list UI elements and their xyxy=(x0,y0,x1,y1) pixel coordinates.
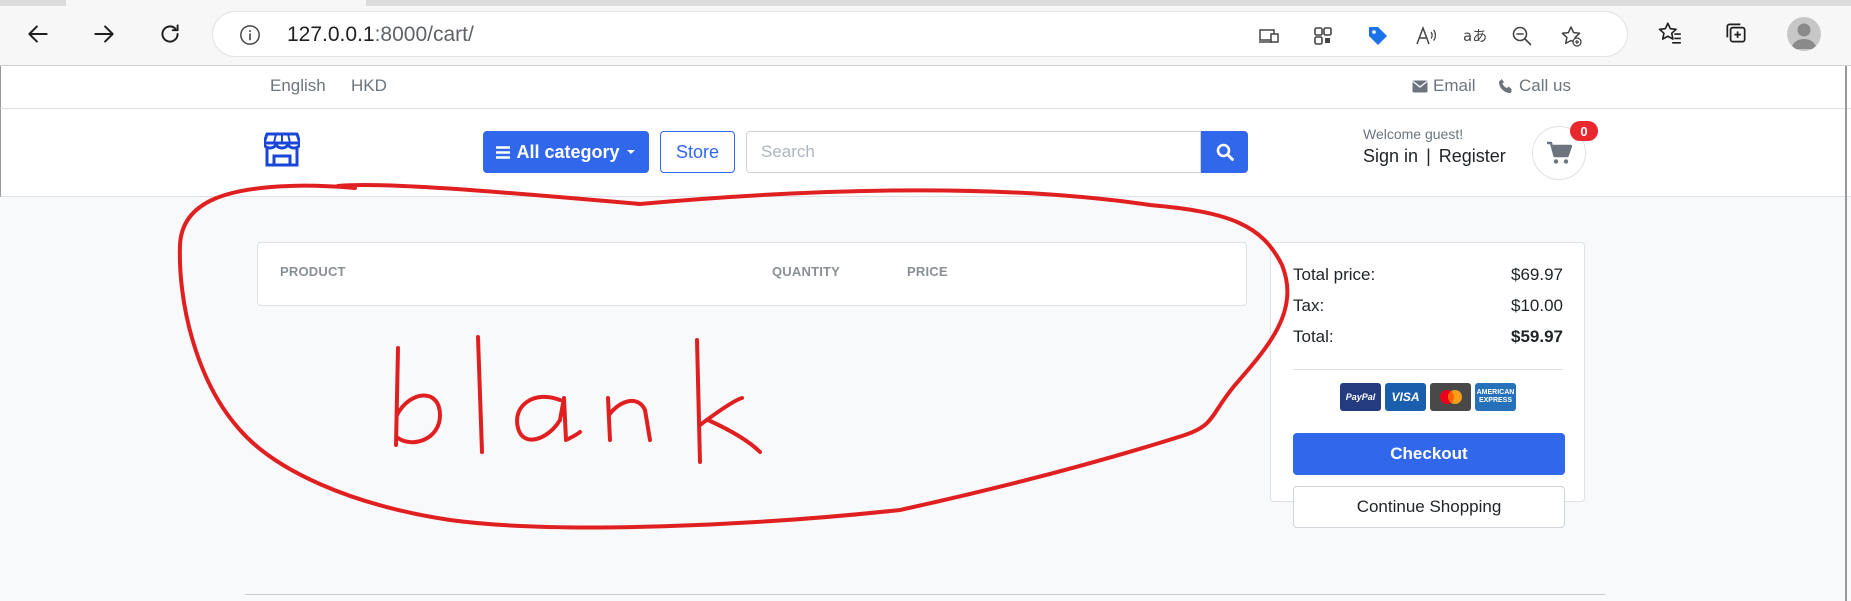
cart-count-badge: 0 xyxy=(1570,121,1598,141)
paypal-icon: PayPal xyxy=(1340,383,1381,411)
store-logo-icon[interactable] xyxy=(264,131,300,167)
browser-toolbar: 127.0.0.1:8000/cart/ aあ xyxy=(0,0,1851,66)
store-button[interactable]: Store xyxy=(660,131,735,173)
all-category-button[interactable]: All category xyxy=(483,131,649,173)
page-right-border xyxy=(1845,66,1847,601)
caret-down-icon xyxy=(626,150,635,154)
search-button[interactable] xyxy=(1201,131,1248,173)
language-selector[interactable]: English xyxy=(270,76,326,96)
qr-code-icon[interactable] xyxy=(1310,23,1336,49)
read-aloud-icon[interactable] xyxy=(1413,23,1439,49)
american-express-icon: AMERICAN EXPRESS xyxy=(1475,383,1516,411)
visa-icon: VISA xyxy=(1385,383,1426,411)
email-link[interactable]: Email xyxy=(1412,76,1476,96)
reload-icon xyxy=(161,24,179,43)
translate-icon[interactable]: aあ xyxy=(1461,23,1487,49)
profile-avatar[interactable] xyxy=(1787,17,1821,51)
footer-divider xyxy=(245,594,1605,595)
favorites-icon[interactable] xyxy=(1653,16,1687,50)
tax-value: $10.00 xyxy=(1511,296,1563,315)
mastercard-icon xyxy=(1430,383,1471,411)
register-link[interactable]: Register xyxy=(1439,146,1506,166)
collections-icon[interactable] xyxy=(1719,16,1753,50)
app-available-icon[interactable] xyxy=(1256,23,1282,49)
site-header: All category Store Welcome guest! Sign i… xyxy=(0,109,1851,197)
total-value: $59.97 xyxy=(1511,327,1563,346)
tab-strip xyxy=(0,0,1851,6)
active-tab[interactable] xyxy=(66,0,366,6)
tax-label: Tax: xyxy=(1293,296,1325,315)
svg-text:aあ: aあ xyxy=(1463,27,1486,45)
column-header-product: PRODUCT xyxy=(280,264,346,279)
total-price-value: $69.97 xyxy=(1511,265,1563,284)
account-links: Sign in | Register xyxy=(1363,146,1506,167)
shopping-tag-icon[interactable] xyxy=(1365,23,1391,49)
forward-button[interactable] xyxy=(84,14,124,54)
payment-methods: PayPal VISA AMERICAN EXPRESS xyxy=(1340,383,1516,411)
sign-in-link[interactable]: Sign in xyxy=(1363,146,1418,166)
total-price-row: Total price: $69.97 xyxy=(1293,265,1563,285)
url-host: 127.0.0.1 xyxy=(287,23,375,46)
site-info-icon[interactable] xyxy=(239,24,261,46)
envelope-icon xyxy=(1412,80,1428,92)
address-bar[interactable]: 127.0.0.1:8000/cart/ aあ xyxy=(212,11,1628,57)
hamburger-icon xyxy=(496,145,511,159)
top-bar: English HKD Email Call us xyxy=(0,66,1851,109)
zoom-out-icon[interactable] xyxy=(1509,23,1535,49)
summary-divider xyxy=(1293,369,1563,370)
column-header-quantity: QUANTITY xyxy=(772,264,841,279)
search-icon xyxy=(1216,143,1234,161)
email-label: Email xyxy=(1433,76,1476,95)
column-header-price: PRICE xyxy=(907,264,948,279)
user-silhouette-icon xyxy=(1791,23,1817,49)
call-link[interactable]: Call us xyxy=(1498,76,1571,96)
order-summary-card: Total price: $69.97 Tax: $10.00 Total: $… xyxy=(1270,242,1585,528)
total-price-label: Total price: xyxy=(1293,265,1376,284)
back-button[interactable] xyxy=(18,14,58,54)
reload-button[interactable] xyxy=(150,14,190,54)
all-category-label: All category xyxy=(516,141,620,162)
checkout-button[interactable]: Checkout xyxy=(1293,433,1565,475)
forward-arrow-icon xyxy=(94,25,114,43)
welcome-text: Welcome guest! xyxy=(1363,126,1464,142)
url-path: :8000/cart/ xyxy=(374,23,474,46)
continue-shopping-button[interactable]: Continue Shopping xyxy=(1293,486,1565,528)
page: English HKD Email Call us All category S… xyxy=(0,66,1851,601)
phone-icon xyxy=(1499,79,1512,93)
tax-row: Tax: $10.00 xyxy=(1293,296,1563,316)
call-label: Call us xyxy=(1519,76,1571,95)
search-input[interactable] xyxy=(746,131,1201,173)
back-arrow-icon xyxy=(28,25,48,43)
total-label: Total: xyxy=(1293,327,1334,346)
total-row: Total: $59.97 xyxy=(1293,327,1563,347)
currency-selector[interactable]: HKD xyxy=(351,76,387,96)
add-favorite-icon[interactable] xyxy=(1558,23,1584,49)
shopping-cart-icon xyxy=(1547,141,1572,164)
url-text[interactable]: 127.0.0.1:8000/cart/ xyxy=(287,23,474,47)
cart-table: PRODUCT QUANTITY PRICE xyxy=(257,242,1247,306)
account-links-separator: | xyxy=(1426,146,1431,166)
